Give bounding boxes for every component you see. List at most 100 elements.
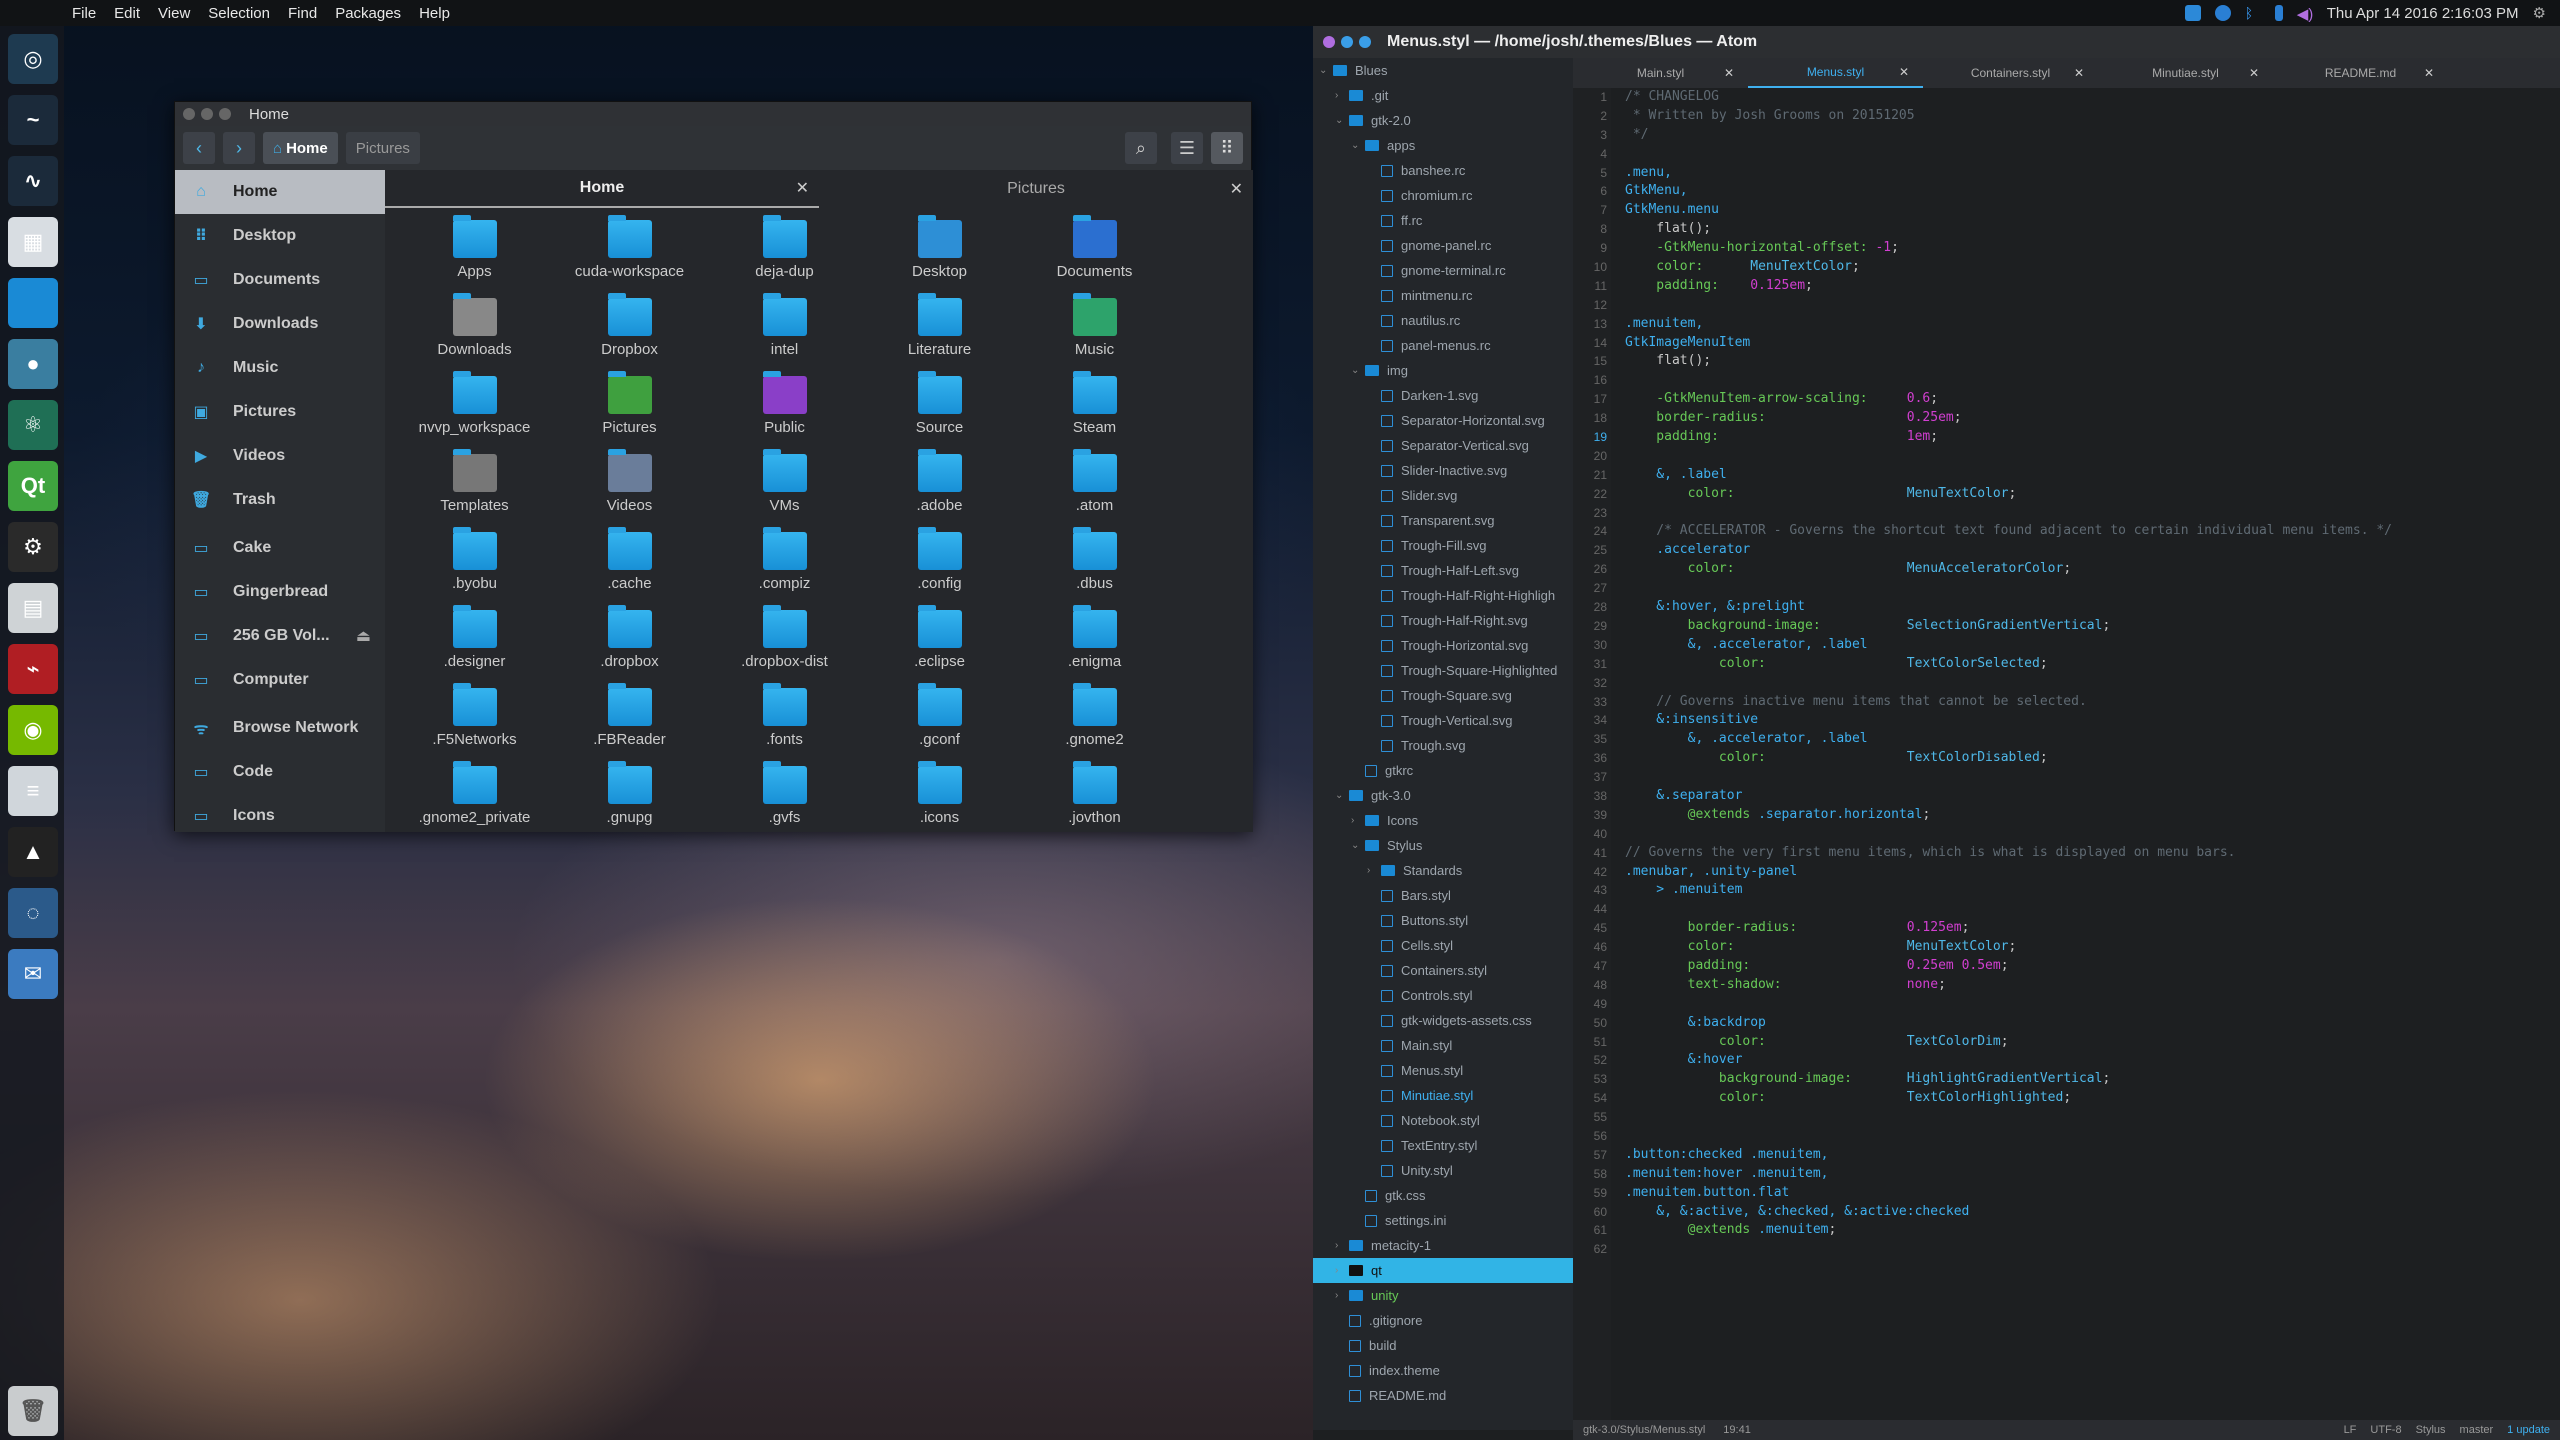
status-cursor-position[interactable]: 19:41 — [1723, 1424, 1751, 1436]
sidebar-item-browse-network[interactable]: ᯤ Browse Network — [175, 706, 385, 750]
session-gear-icon[interactable]: ⚙ — [2533, 4, 2546, 22]
tree-file[interactable]: Containers.styl — [1313, 958, 1573, 983]
tree-file[interactable]: Controls.styl — [1313, 983, 1573, 1008]
maximize-button[interactable] — [1359, 36, 1371, 48]
tree-file[interactable]: settings.ini — [1313, 1208, 1573, 1233]
close-button[interactable] — [1323, 36, 1335, 48]
tree-folder[interactable]: › metacity-1 — [1313, 1233, 1573, 1258]
tree-file[interactable]: Minutiae.styl — [1313, 1083, 1573, 1108]
file-item[interactable]: .dbus — [1017, 526, 1172, 604]
file-item[interactable]: .icons — [862, 760, 1017, 838]
launcher-inkscape-icon[interactable]: ▲ — [8, 827, 58, 877]
tree-folder[interactable]: ⌄ gtk-3.0 — [1313, 783, 1573, 808]
tree-file[interactable]: Unity.styl — [1313, 1158, 1573, 1183]
sidebar-item-256-gb-vol-[interactable]: ▭ 256 GB Vol... ⏏ — [175, 614, 385, 658]
tree-folder[interactable]: ⌄ gtk-2.0 — [1313, 108, 1573, 133]
close-icon[interactable]: ✕ — [1724, 66, 1734, 80]
file-item[interactable]: Videos — [552, 448, 707, 526]
file-item[interactable]: .FBReader — [552, 682, 707, 760]
tab-home[interactable]: Home ✕ — [385, 170, 819, 208]
close-icon[interactable]: ✕ — [2074, 66, 2084, 80]
file-item[interactable]: Music — [1017, 292, 1172, 370]
tree-file[interactable]: Trough-Horizontal.svg — [1313, 633, 1573, 658]
tree-file[interactable]: .gitignore — [1313, 1308, 1573, 1333]
tree-file[interactable]: Trough.svg — [1313, 733, 1573, 758]
file-item[interactable]: Public — [707, 370, 862, 448]
sidebar-item-documents[interactable]: ▭ Documents — [175, 258, 385, 302]
file-item[interactable]: Downloads — [397, 292, 552, 370]
menu-edit[interactable]: Edit — [114, 5, 140, 22]
tree-file[interactable]: Trough-Fill.svg — [1313, 533, 1573, 558]
file-item[interactable]: nvvp_workspace — [397, 370, 552, 448]
menu-help[interactable]: Help — [419, 5, 450, 22]
tree-file[interactable]: Cells.styl — [1313, 933, 1573, 958]
tree-folder[interactable]: ⌄ img — [1313, 358, 1573, 383]
file-item[interactable]: .jovthon — [1017, 760, 1172, 838]
volume-icon[interactable]: ◀) — [2297, 5, 2314, 23]
file-item[interactable]: Source — [862, 370, 1017, 448]
file-item[interactable]: cuda-workspace — [552, 214, 707, 292]
tree-folder[interactable]: › Standards — [1313, 858, 1573, 883]
tab-minutiae-styl[interactable]: Minutiae.styl ✕ — [2098, 58, 2273, 88]
dropbox-icon[interactable] — [2184, 5, 2201, 21]
tree-file[interactable]: gnome-terminal.rc — [1313, 258, 1573, 283]
close-icon[interactable]: ✕ — [1899, 65, 1909, 79]
tree-file[interactable]: Darken-1.svg — [1313, 383, 1573, 408]
tree-file[interactable]: index.theme — [1313, 1358, 1573, 1383]
tree-file[interactable]: Trough-Vertical.svg — [1313, 708, 1573, 733]
sidebar-item-desktop[interactable]: ⠿ Desktop — [175, 214, 385, 258]
forward-button[interactable]: › — [223, 132, 255, 164]
tree-file[interactable]: nautilus.rc — [1313, 308, 1573, 333]
file-item[interactable]: Apps — [397, 214, 552, 292]
sidebar-item-cake[interactable]: ▭ Cake — [175, 526, 385, 570]
file-item[interactable]: .cache — [552, 526, 707, 604]
menu-file[interactable]: File — [72, 5, 96, 22]
file-item[interactable]: .gvfs — [707, 760, 862, 838]
close-icon[interactable]: ✕ — [2249, 66, 2259, 80]
file-item[interactable]: Pictures — [552, 370, 707, 448]
file-item[interactable]: .compiz — [707, 526, 862, 604]
menu-view[interactable]: View — [158, 5, 190, 22]
tree-file[interactable]: gnome-panel.rc — [1313, 233, 1573, 258]
minimize-button[interactable] — [201, 108, 213, 120]
tree-folder[interactable]: ⌄ Blues — [1313, 58, 1573, 83]
menu-packages[interactable]: Packages — [335, 5, 401, 22]
sidebar-item-code[interactable]: ▭ Code — [175, 750, 385, 794]
tree-file[interactable]: Notebook.styl — [1313, 1108, 1573, 1133]
tree-file[interactable]: Trough-Square.svg — [1313, 683, 1573, 708]
menu-selection[interactable]: Selection — [208, 5, 270, 22]
sidebar-item-trash[interactable]: 🗑 Trash — [175, 478, 385, 522]
launcher-qt-creator-icon[interactable]: Qt — [8, 461, 58, 511]
launcher-software-icon[interactable]: ▤ — [8, 583, 58, 633]
file-item[interactable]: .gnome2_private — [397, 760, 552, 838]
launcher-nvidia-icon[interactable]: ◉ — [8, 705, 58, 755]
sidebar-item-icons[interactable]: ▭ Icons — [175, 794, 385, 838]
tree-file[interactable]: README.md — [1313, 1383, 1573, 1408]
file-item[interactable]: VMs — [707, 448, 862, 526]
file-item[interactable]: .adobe — [862, 448, 1017, 526]
file-item[interactable]: Dropbox — [552, 292, 707, 370]
tree-file[interactable]: Menus.styl — [1313, 1058, 1573, 1083]
tree-file[interactable]: gtkrc — [1313, 758, 1573, 783]
tree-file[interactable]: gtk.css — [1313, 1183, 1573, 1208]
tree-file[interactable]: Trough-Square-Highlighted — [1313, 658, 1573, 683]
eject-icon[interactable]: ⏏ — [356, 626, 371, 646]
file-item[interactable]: Desktop — [862, 214, 1017, 292]
tab-main-styl[interactable]: Main.styl ✕ — [1573, 58, 1748, 88]
tree-file[interactable]: mintmenu.rc — [1313, 283, 1573, 308]
tree-file[interactable]: Trough-Half-Left.svg — [1313, 558, 1573, 583]
tree-folder[interactable]: › .git — [1313, 83, 1573, 108]
launcher-files-icon[interactable]: ▦ — [8, 217, 58, 267]
file-item[interactable]: .config — [862, 526, 1017, 604]
file-item[interactable]: intel — [707, 292, 862, 370]
file-item[interactable]: Documents — [1017, 214, 1172, 292]
close-button[interactable] — [183, 108, 195, 120]
breadcrumb-home[interactable]: ⌂ Home — [263, 132, 338, 164]
tree-file[interactable]: panel-menus.rc — [1313, 333, 1573, 358]
launcher-chromium-icon[interactable]: ● — [8, 339, 58, 389]
code-area[interactable]: /* CHANGELOG * Written by Josh Grooms on… — [1625, 88, 2392, 1259]
file-item[interactable]: .gnupg — [552, 760, 707, 838]
tree-file[interactable]: Main.styl — [1313, 1033, 1573, 1058]
bluetooth-icon[interactable]: ᛒ — [2245, 5, 2261, 21]
tree-folder[interactable]: › Icons — [1313, 808, 1573, 833]
